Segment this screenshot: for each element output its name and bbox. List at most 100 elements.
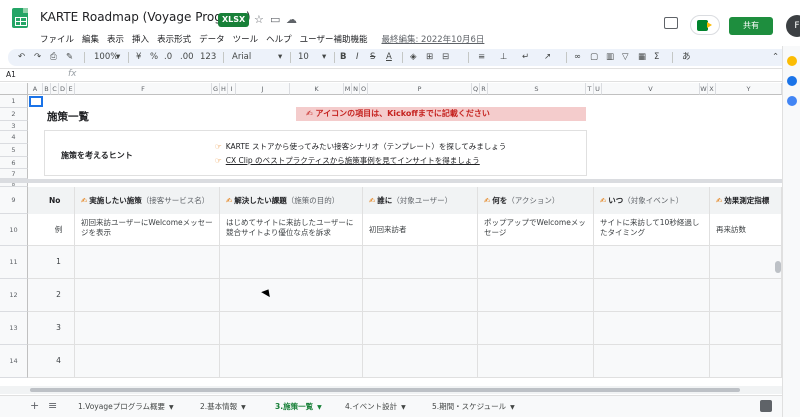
- fill-color-icon[interactable]: ◈: [410, 52, 417, 63]
- menu-file[interactable]: ファイル: [40, 33, 74, 45]
- column-header[interactable]: J: [236, 83, 290, 95]
- print-icon[interactable]: ⎙: [50, 52, 57, 63]
- more-formats-button[interactable]: 123: [200, 52, 216, 63]
- vertical-scrollbar[interactable]: [775, 261, 781, 273]
- chevron-down-icon[interactable]: ▼: [510, 404, 515, 411]
- column-header[interactable]: S: [488, 83, 586, 95]
- undo-icon[interactable]: ↶: [18, 52, 25, 63]
- tab-measures[interactable]: 3.施策一覧 ▼: [275, 401, 322, 412]
- row-header[interactable]: 4: [0, 131, 28, 144]
- collapse-menus-icon[interactable]: ⌃: [772, 52, 779, 63]
- table-cell[interactable]: [75, 246, 220, 278]
- when-cell[interactable]: サイトに来訪して10秒経過したタイミング: [594, 214, 710, 245]
- add-sheet-icon[interactable]: +: [30, 399, 39, 412]
- chevron-down-icon[interactable]: ▼: [317, 404, 322, 411]
- last-edit-link[interactable]: 最終編集: 2022年10月6日: [381, 33, 484, 45]
- row-number-cell[interactable]: 1: [43, 246, 75, 278]
- sheets-logo-icon[interactable]: [12, 8, 28, 28]
- column-header[interactable]: R: [480, 83, 488, 95]
- row-header[interactable]: 13: [0, 312, 28, 345]
- column-header[interactable]: O: [360, 83, 368, 95]
- merge-cells-icon[interactable]: ⊟: [442, 52, 449, 63]
- menu-insert[interactable]: 挿入: [132, 33, 149, 45]
- tab-schedule[interactable]: 5.期間・スケジュール ▼: [432, 401, 515, 412]
- row-number-cell[interactable]: 2: [43, 279, 75, 311]
- chevron-down-icon[interactable]: ▾: [322, 52, 326, 63]
- what-cell[interactable]: ポップアップでWelcomeメッセージ: [478, 214, 594, 245]
- row-header[interactable]: 3: [0, 121, 28, 131]
- table-cell[interactable]: [220, 246, 363, 278]
- borders-icon[interactable]: ⊞: [426, 52, 433, 63]
- increase-decimal-button[interactable]: .00: [180, 52, 194, 63]
- menu-help[interactable]: ヘルプ: [266, 33, 292, 45]
- all-sheets-icon[interactable]: ≡: [48, 399, 57, 412]
- text-rotate-icon[interactable]: ↗: [544, 52, 551, 63]
- font-size-select[interactable]: 10: [298, 52, 309, 63]
- menu-data[interactable]: データ: [199, 33, 225, 45]
- table-cell[interactable]: [75, 279, 220, 311]
- share-button[interactable]: 共有: [729, 17, 773, 35]
- table-header-cell[interactable]: ✍ 誰に（対象ユーザー）: [363, 187, 478, 215]
- row-number-cell[interactable]: 3: [43, 312, 75, 344]
- table-cell[interactable]: [594, 279, 710, 311]
- table-cell[interactable]: [478, 246, 594, 278]
- who-cell[interactable]: 初回来訪者: [363, 214, 478, 245]
- menu-format[interactable]: 表示形式: [157, 33, 191, 45]
- row-header[interactable]: 10: [0, 214, 28, 246]
- column-header[interactable]: Q: [472, 83, 480, 95]
- meet-button[interactable]: [690, 15, 720, 35]
- table-header-cell[interactable]: ✍ 効果測定指標: [710, 187, 782, 215]
- tab-overview[interactable]: 1.Voyageプログラム概要 ▼: [78, 401, 174, 412]
- row-header[interactable]: 9: [0, 187, 28, 214]
- table-cell[interactable]: [220, 345, 363, 377]
- column-header[interactable]: M: [344, 83, 352, 95]
- explore-icon[interactable]: [760, 400, 772, 412]
- column-header[interactable]: G: [212, 83, 220, 95]
- table-cell[interactable]: [75, 312, 220, 344]
- column-header[interactable]: D: [59, 83, 67, 95]
- horizontal-align-icon[interactable]: ≡: [478, 52, 485, 63]
- font-select[interactable]: Arial: [232, 52, 251, 63]
- vertical-align-icon[interactable]: ⊥: [500, 52, 507, 63]
- table-cell[interactable]: [594, 312, 710, 344]
- move-folder-icon[interactable]: ▭: [270, 13, 280, 26]
- table-header-cell[interactable]: ✍ 解決したい課題（施策の目的）: [220, 187, 363, 215]
- column-header[interactable]: T: [586, 83, 594, 95]
- cloud-status-icon[interactable]: ☁: [286, 13, 297, 26]
- row-number-cell[interactable]: 例: [43, 214, 75, 245]
- table-cell[interactable]: [710, 246, 782, 278]
- insert-comment-icon[interactable]: ▢: [590, 52, 598, 63]
- table-cell[interactable]: [75, 345, 220, 377]
- table-cell[interactable]: [710, 279, 782, 311]
- chevron-down-icon[interactable]: ▾: [116, 52, 120, 63]
- column-header[interactable]: E: [67, 83, 75, 95]
- text-color-button[interactable]: A: [386, 52, 392, 63]
- zoom-select[interactable]: 100%: [94, 52, 118, 63]
- table-cell[interactable]: [478, 312, 594, 344]
- bold-button[interactable]: B: [340, 52, 346, 63]
- hint-link[interactable]: CX Clip のベストプラクティスから施策事例を見てインサイトを得ましょう: [226, 156, 480, 165]
- tab-event-design[interactable]: 4.イベント設計 ▼: [345, 401, 406, 412]
- freeze-divider[interactable]: [0, 179, 782, 183]
- italic-button[interactable]: I: [356, 52, 359, 63]
- row-header[interactable]: 2: [0, 108, 28, 121]
- decrease-decimal-button[interactable]: .0: [164, 52, 172, 63]
- table-cell[interactable]: [710, 312, 782, 344]
- row-number-cell[interactable]: 4: [43, 345, 75, 377]
- sheet-grid[interactable]: A B C D E F G H I J K L M N O P Q R S T …: [0, 83, 782, 388]
- row-header[interactable]: 11: [0, 246, 28, 279]
- column-header[interactable]: H: [220, 83, 228, 95]
- measure-cell[interactable]: 初回来訪ユーザーにWelcomeメッセージを表示: [75, 214, 220, 245]
- table-cell[interactable]: [220, 312, 363, 344]
- tasks-icon[interactable]: [787, 76, 797, 86]
- tab-basic-info[interactable]: 2.基本情報 ▼: [200, 401, 246, 412]
- currency-format-button[interactable]: ¥: [136, 52, 141, 63]
- chevron-down-icon[interactable]: ▾: [278, 52, 282, 63]
- horizontal-scrollbar[interactable]: [30, 388, 740, 392]
- row-header[interactable]: 7: [0, 169, 28, 179]
- star-icon[interactable]: ☆: [254, 13, 264, 26]
- table-cell[interactable]: [594, 345, 710, 377]
- table-cell[interactable]: [220, 279, 363, 311]
- table-header-cell[interactable]: ✍ 実施したい施策（接客サービス名）: [75, 187, 220, 215]
- select-all-corner[interactable]: [0, 83, 28, 95]
